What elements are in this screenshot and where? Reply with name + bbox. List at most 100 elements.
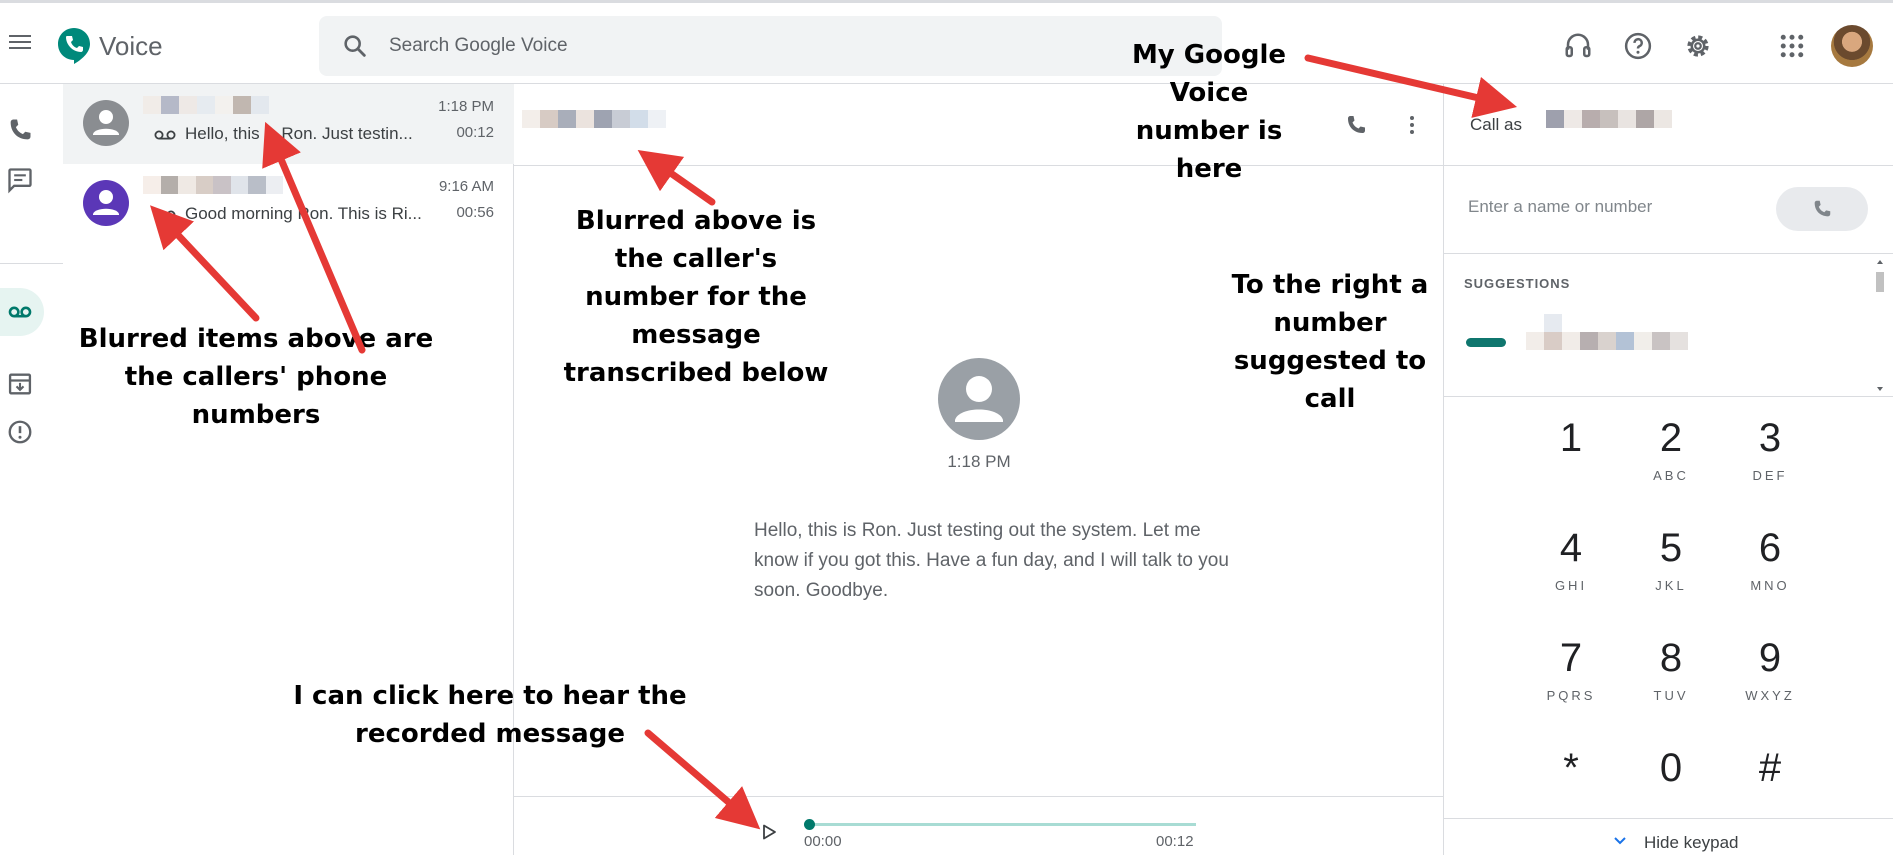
key-digit: 0 <box>1659 746 1683 790</box>
key-6[interactable]: 6 MNO <box>1720 524 1820 624</box>
key-digit: 2 <box>1659 416 1683 460</box>
app-title: Voice <box>99 31 163 61</box>
key-letters: JKL <box>1655 578 1687 593</box>
key-digit: 1 <box>1559 416 1583 460</box>
key-letters: ABC <box>1653 468 1689 483</box>
nav-rail <box>0 84 63 855</box>
key-letters: WXYZ <box>1745 688 1795 703</box>
voicemail-duration: 00:56 <box>456 204 494 221</box>
google-voice-logo-icon[interactable] <box>57 27 91 65</box>
annotation-my-number: My Google Voice number is here <box>1131 40 1287 184</box>
seek-thumb[interactable] <box>804 819 815 830</box>
conversation-item[interactable]: 9:16 AM Good morning Ron. This is Ri... … <box>63 164 514 244</box>
chevron-down-icon <box>1614 837 1626 845</box>
voicemail-transcript: Hello, this is Ron. Just testing out the… <box>754 520 1229 601</box>
hide-keypad-label: Hide keypad <box>1644 833 1739 852</box>
conversation-item[interactable]: 1:18 PM Hello, this is Ron. Just testin.… <box>63 84 514 164</box>
thread-header <box>514 84 1443 166</box>
blurred-suggested-row <box>1526 332 1688 350</box>
archive-nav-icon[interactable] <box>6 370 34 398</box>
blurred-phone-number <box>143 96 283 116</box>
apps-grid-icon[interactable] <box>1777 31 1807 61</box>
key-letters: DEF <box>1752 468 1788 483</box>
key-8[interactable]: 8 TUV <box>1621 634 1721 734</box>
key-digit: 8 <box>1659 636 1683 680</box>
menu-bar <box>9 35 31 37</box>
playback-position: 00:00 <box>804 833 842 850</box>
blurred-caller-number <box>522 110 666 128</box>
person-icon <box>93 110 119 135</box>
annotation-play: I can click here to hear the recorded me… <box>293 681 687 749</box>
key-9[interactable]: 9 WXYZ <box>1720 634 1820 734</box>
audio-player: 00:00 00:12 <box>514 796 1443 855</box>
conversation-time: 9:16 AM <box>438 178 494 195</box>
hide-keypad-button[interactable]: Hide keypad <box>1444 818 1893 855</box>
key-digit: * <box>1563 746 1579 790</box>
search-bar[interactable] <box>319 16 1222 76</box>
app-header: Voice <box>0 0 1893 84</box>
message-time: 1:18 PM <box>947 452 1011 471</box>
seek-bar[interactable] <box>808 823 1196 826</box>
person-icon <box>955 376 1003 422</box>
annotation-caller-number: Blurred above is the caller's number for… <box>563 206 829 388</box>
key-2[interactable]: 2 ABC <box>1621 414 1721 514</box>
contact-avatar <box>83 180 129 226</box>
blurred-phone-number <box>143 176 283 196</box>
dial-input-row <box>1444 166 1893 254</box>
call-as-label: Call as <box>1470 115 1522 134</box>
name-or-number-input[interactable] <box>1468 192 1698 222</box>
conversation-preview: Good morning Ron. This is Ri... <box>185 204 422 223</box>
suggestions-title: SUGGESTIONS <box>1464 276 1571 291</box>
key-digit: 9 <box>1758 636 1782 680</box>
call-as-row[interactable]: Call as <box>1444 84 1893 166</box>
key-3[interactable]: 3 DEF <box>1720 414 1820 514</box>
suggestions-section: SUGGESTIONS <box>1444 254 1893 397</box>
more-vert-icon[interactable] <box>1400 113 1424 137</box>
key-letters: GHI <box>1554 578 1588 593</box>
suggested-number[interactable] <box>1526 314 1688 350</box>
conversation-time: 1:18 PM <box>438 98 494 115</box>
help-icon[interactable] <box>1623 31 1653 61</box>
search-icon[interactable] <box>341 32 369 60</box>
key-7[interactable]: 7 PQRS <box>1521 634 1621 734</box>
key-digit: 4 <box>1559 526 1583 570</box>
voicemail-icon <box>154 130 176 140</box>
support-headset-icon[interactable] <box>1563 31 1593 61</box>
menu-bar <box>9 41 31 43</box>
playback-length: 00:12 <box>1156 833 1194 850</box>
phone-icon <box>1814 200 1831 217</box>
play-icon[interactable] <box>760 823 778 841</box>
dial-call-button[interactable] <box>1776 187 1868 231</box>
key-5[interactable]: 5 JKL <box>1621 524 1721 624</box>
key-digit: 7 <box>1559 636 1583 680</box>
key-digit: # <box>1758 746 1782 790</box>
search-input[interactable] <box>389 16 1189 76</box>
account-avatar[interactable] <box>1831 25 1873 67</box>
messages-nav-icon[interactable] <box>6 166 34 194</box>
key-digit: 3 <box>1758 416 1782 460</box>
key-1[interactable]: 1 <box>1521 414 1621 514</box>
calls-nav-phone-icon[interactable] <box>6 116 34 144</box>
rail-divider <box>0 263 63 264</box>
spam-nav-icon[interactable] <box>6 418 34 446</box>
key-4[interactable]: 4 GHI <box>1521 524 1621 624</box>
conversation-preview: Hello, this is Ron. Just testin... <box>185 124 413 143</box>
caller-avatar <box>938 358 1020 440</box>
voicemail-icon <box>154 210 176 220</box>
key-letters: MNO <box>1750 578 1790 593</box>
keypad: 1 2 ABC 3 DEF 4 GHI 5 JKL 6 MNO 7 PQRS 8 TUV 9 W… <box>1444 398 1893 818</box>
settings-gear-icon[interactable] <box>1683 31 1713 61</box>
voicemail-nav-icon[interactable] <box>6 298 34 326</box>
key-digit: 6 <box>1758 526 1782 570</box>
key-digit: 5 <box>1659 526 1683 570</box>
suggestion-badge <box>1466 338 1506 347</box>
key-letters: PQRS <box>1546 688 1596 703</box>
suggestions-scrollbar[interactable] <box>1874 256 1886 395</box>
contact-avatar <box>83 100 129 146</box>
call-phone-icon[interactable] <box>1344 113 1368 137</box>
person-icon <box>93 190 119 215</box>
annotation-callers-numbers: Blurred items above are the callers' pho… <box>78 324 434 430</box>
annotation-suggested: To the right a number suggested to call <box>1231 270 1429 414</box>
voicemail-duration: 00:12 <box>456 124 494 141</box>
main-menu-button[interactable] <box>6 31 34 59</box>
